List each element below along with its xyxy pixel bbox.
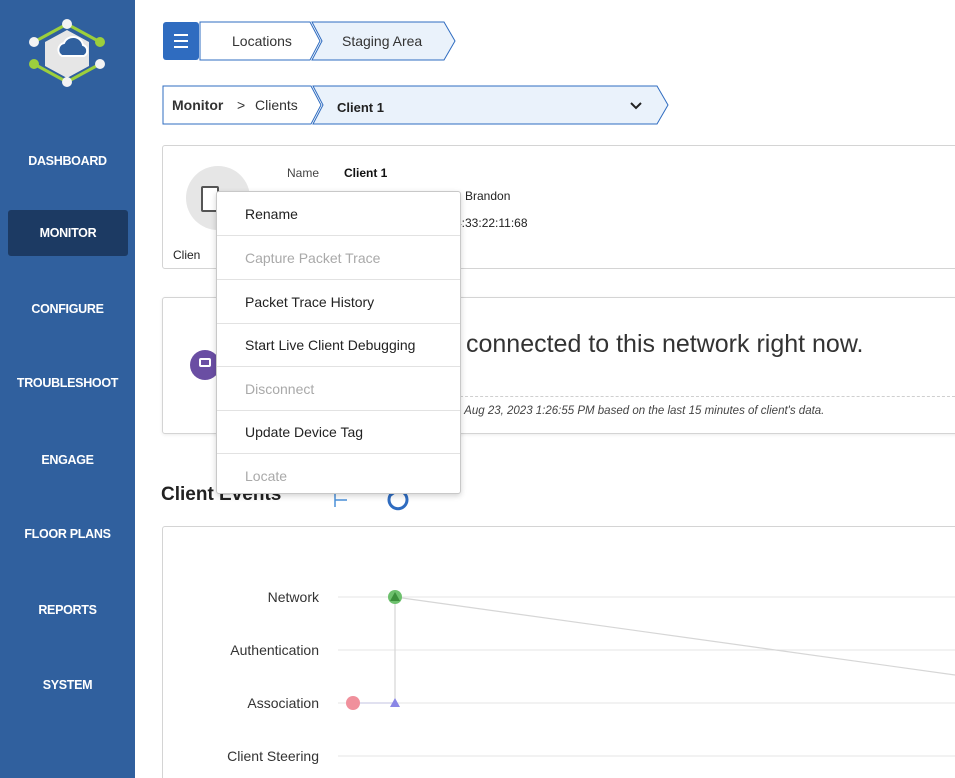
chevron-down-icon[interactable] [629, 100, 643, 112]
breadcrumb-section[interactable]: Monitor [172, 97, 223, 113]
menu-item-update-device-tag[interactable]: Update Device Tag [217, 410, 460, 454]
sidebar-item-engage[interactable]: ENGAGE [0, 437, 135, 483]
breadcrumb-outlines [162, 21, 669, 125]
client-actions-menu: Rename Capture Packet Trace Packet Trace… [216, 191, 461, 494]
status-footnote: n Aug 23, 2023 1:26:55 PM based on the l… [455, 405, 825, 417]
connection-status-headline: connected to this network right now. [466, 330, 864, 358]
breadcrumb-page[interactable]: Clients [255, 97, 298, 113]
sidebar-item-configure[interactable]: CONFIGURE [0, 286, 135, 332]
menu-item-rename[interactable]: Rename [217, 192, 460, 236]
menu-item-locate[interactable]: Locate [217, 454, 460, 498]
mac-address-value: 4:33:22:11:68 [455, 216, 528, 230]
owner-value: h Brandon [455, 189, 511, 203]
sidebar-item-monitor[interactable]: MONITOR [8, 210, 128, 256]
sidebar-item-reports[interactable]: REPORTS [0, 587, 135, 633]
event-row-label-client-steering: Client Steering [227, 748, 319, 764]
event-row-label-network: Network [267, 589, 319, 605]
sidebar-item-system[interactable]: SYSTEM [0, 662, 135, 708]
sidebar-item-troubleshoot[interactable]: TROUBLESHOOT [0, 360, 135, 406]
name-label: Name [287, 166, 320, 180]
breadcrumb-item-locations[interactable]: Locations [232, 33, 292, 49]
sidebar-item-floor-plans[interactable]: FLOOR PLANS [0, 511, 135, 557]
menu-item-disconnect[interactable]: Disconnect [217, 367, 460, 411]
menu-item-packet-trace-history[interactable]: Packet Trace History [217, 280, 460, 324]
status-divider [455, 396, 955, 397]
menu-item-capture-packet-trace[interactable]: Capture Packet Trace [217, 236, 460, 280]
client-selector-value[interactable]: Client 1 [337, 100, 384, 115]
name-value: Client 1 [344, 166, 388, 180]
event-row-label-authentication: Authentication [230, 642, 319, 658]
breadcrumb-separator: > [237, 97, 246, 113]
menu-item-start-live-client-debugging[interactable]: Start Live Client Debugging [217, 323, 460, 367]
sidebar-item-dashboard[interactable]: DASHBOARD [0, 138, 135, 184]
breadcrumb-item-staging-area[interactable]: Staging Area [342, 33, 422, 49]
client-type-label: Clien [173, 248, 201, 262]
event-row-label-association: Association [247, 695, 319, 711]
